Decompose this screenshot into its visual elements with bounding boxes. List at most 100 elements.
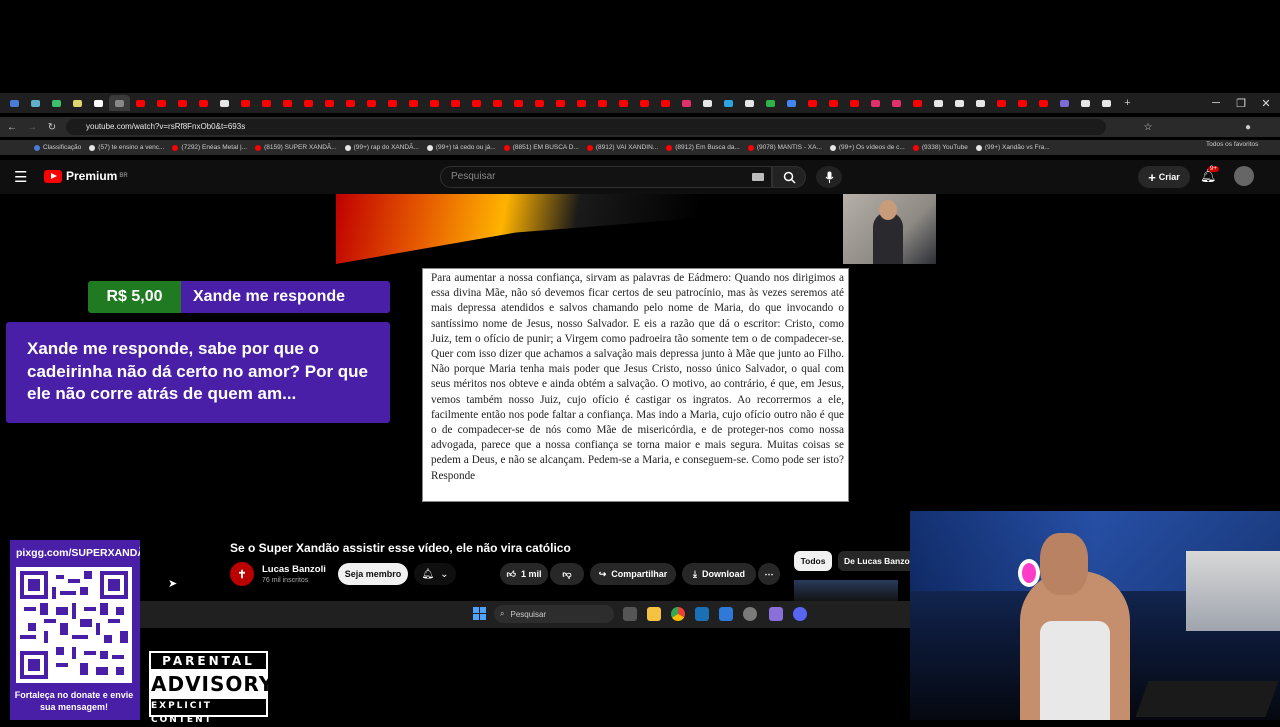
browser-tab[interactable] [823, 95, 844, 111]
search-button[interactable] [772, 166, 806, 188]
search-input[interactable]: Pesquisar [440, 166, 772, 188]
bookmark-item[interactable]: (8851) EM BUSCA D... [503, 144, 579, 151]
browser-tab[interactable] [571, 95, 592, 111]
bookmark-item[interactable]: (8159) SUPER XANDÃ... [255, 144, 337, 151]
browser-tab[interactable] [382, 95, 403, 111]
browser-tab[interactable] [487, 95, 508, 111]
browser-tab[interactable] [172, 95, 193, 111]
forward-icon[interactable]: → [24, 119, 40, 135]
close-window-button[interactable]: ✕ [1254, 93, 1278, 113]
browser-tab[interactable] [991, 95, 1012, 111]
browser-tab[interactable] [1054, 95, 1075, 111]
maximize-button[interactable]: ❐ [1229, 93, 1253, 113]
bookmark-item[interactable]: (8912) Em Busca da... [666, 144, 740, 151]
browser-tab[interactable] [1012, 95, 1033, 111]
browser-tab[interactable] [445, 95, 466, 111]
filter-chip-channel[interactable]: De Lucas Banzoli [838, 551, 910, 571]
menu-icon[interactable]: ☰ [14, 168, 27, 186]
browser-tab[interactable] [256, 95, 277, 111]
like-button[interactable]: 👍︎ 1 mil [500, 563, 548, 585]
channel-name[interactable]: Lucas Banzoli [262, 564, 326, 575]
browser-tab[interactable] [25, 95, 46, 111]
join-button[interactable]: Seja membro [338, 563, 408, 585]
browser-tab[interactable] [67, 95, 88, 111]
browser-tab[interactable] [781, 95, 802, 111]
browser-tab[interactable] [403, 95, 424, 111]
browser-tab[interactable] [46, 95, 67, 111]
bookmark-item[interactable]: (8912) VAI XANDIN... [586, 144, 658, 151]
browser-tab[interactable] [529, 95, 550, 111]
browser-tab[interactable] [1075, 95, 1096, 111]
steam-icon[interactable] [695, 607, 709, 621]
browser-tab[interactable] [907, 95, 928, 111]
url-field[interactable]: youtube.com/watch?v=rsRf8FnxOb0&t=693s [66, 119, 1106, 135]
chrome-icon[interactable] [671, 607, 685, 621]
bookmark-item[interactable]: (99+) tá cedo ou já... [426, 144, 496, 151]
browser-tab[interactable] [361, 95, 382, 111]
browser-tab[interactable] [718, 95, 739, 111]
more-actions-icon[interactable]: ⋯ [758, 563, 780, 585]
browser-tab[interactable] [88, 95, 109, 111]
taskbar-search[interactable]: ⌕ Pesquisar [494, 605, 614, 623]
browser-tab[interactable] [1096, 95, 1117, 111]
back-icon[interactable]: ← [4, 119, 20, 135]
all-favorites-link[interactable]: Todos os favoritos [1206, 141, 1258, 148]
browser-tab[interactable] [130, 95, 151, 111]
bookmark-item[interactable]: (99+) rap do XANDÃ... [344, 144, 419, 151]
browser-tab[interactable] [613, 95, 634, 111]
download-button[interactable]: ⤓ Download [682, 563, 756, 585]
settings-icon[interactable] [743, 607, 757, 621]
account-avatar[interactable] [1234, 166, 1254, 186]
browser-tab[interactable] [697, 95, 718, 111]
task-view-icon[interactable] [623, 607, 637, 621]
browser-tab[interactable] [949, 95, 970, 111]
browser-tab[interactable] [928, 95, 949, 111]
browser-tab[interactable] [109, 95, 130, 111]
channel-avatar[interactable]: ✝ [230, 562, 254, 586]
browser-tab[interactable] [739, 95, 760, 111]
bookmark-item[interactable]: Classificação [34, 144, 81, 151]
browser-tab[interactable] [4, 95, 25, 111]
browser-tab[interactable] [886, 95, 907, 111]
browser-tab[interactable] [655, 95, 676, 111]
browser-tab[interactable] [424, 95, 445, 111]
microphone-icon[interactable] [816, 166, 842, 188]
bookmark-item[interactable]: (99+) Xandão vs Fra... [975, 144, 1050, 151]
browser-tab[interactable] [193, 95, 214, 111]
browser-tab[interactable] [865, 95, 886, 111]
browser-tab[interactable] [634, 95, 655, 111]
browser-tab[interactable] [970, 95, 991, 111]
browser-tab[interactable] [508, 95, 529, 111]
browser-tab[interactable] [844, 95, 865, 111]
filter-chip-all[interactable]: Todos [794, 551, 832, 571]
browser-tab[interactable] [466, 95, 487, 111]
browser-tab[interactable] [550, 95, 571, 111]
browser-tab[interactable] [277, 95, 298, 111]
youtube-logo[interactable]: Premium BR [44, 169, 128, 183]
browser-tab[interactable] [214, 95, 235, 111]
file-explorer-icon[interactable] [647, 607, 661, 621]
browser-tab[interactable] [802, 95, 823, 111]
keyboard-icon[interactable] [752, 173, 764, 181]
browser-tab[interactable] [151, 95, 172, 111]
bookmark-item[interactable]: (99+) Os vídeos de c... [829, 144, 905, 151]
browser-tab[interactable] [1033, 95, 1054, 111]
profile-avatar[interactable]: ● [1240, 119, 1256, 135]
new-tab-button[interactable]: + [1117, 95, 1138, 111]
browser-tab[interactable] [592, 95, 613, 111]
browser-tab[interactable] [340, 95, 361, 111]
bookmark-item[interactable]: (7292) Enéas Metal |... [172, 144, 247, 151]
recommended-thumbnail[interactable] [794, 580, 898, 602]
minimize-button[interactable]: ─ [1204, 93, 1228, 113]
discord-icon[interactable] [793, 607, 807, 621]
browser-tab[interactable] [676, 95, 697, 111]
browser-tab[interactable] [760, 95, 781, 111]
subscription-bell-button[interactable]: 🔔︎ ⌄ [414, 563, 456, 585]
browser-tab[interactable] [298, 95, 319, 111]
create-button[interactable]: + Criar [1138, 166, 1190, 188]
windows-start-icon[interactable] [473, 607, 486, 620]
share-button[interactable]: ↪ Compartilhar [590, 563, 676, 585]
dislike-button[interactable]: 👎︎ [550, 563, 584, 585]
app-icon-2[interactable] [769, 607, 783, 621]
bookmark-item[interactable]: (9338) YouTube [912, 144, 968, 151]
